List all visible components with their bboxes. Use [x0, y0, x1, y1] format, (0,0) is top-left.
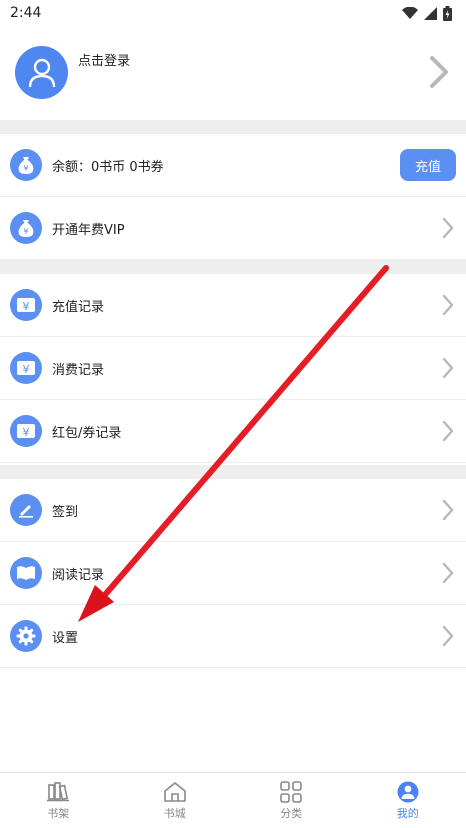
red-packet-records-row[interactable]: ¥ 红包/券记录 [0, 400, 466, 463]
tab-label: 书城 [163, 806, 186, 820]
chevron-right-icon[interactable] [428, 54, 450, 90]
settings-label: 设置 [52, 631, 79, 646]
red-packet-records-label: 红包/券记录 [52, 426, 122, 441]
svg-text:¥: ¥ [23, 426, 30, 439]
category-icon [280, 780, 303, 803]
yuan-envelope-icon: ¥ [10, 352, 42, 384]
vip-row[interactable]: ¥ 开通年费VIP [0, 197, 466, 260]
tab-label: 分类 [280, 806, 303, 820]
yuan-envelope-icon: ¥ [10, 289, 42, 321]
signal-icon [424, 6, 437, 20]
tab-label: 书架 [47, 806, 70, 820]
status-bar: 2:44 [0, 0, 466, 26]
wifi-icon [402, 7, 418, 19]
section-divider [0, 260, 466, 274]
money-bag-icon: ¥ [10, 212, 42, 244]
user-icon [28, 58, 55, 87]
battery-icon [443, 5, 452, 21]
tab-mine[interactable]: 我的 [350, 773, 466, 828]
money-bag-icon: ¥ [10, 149, 42, 181]
svg-text:¥: ¥ [23, 164, 28, 173]
chevron-right-icon [442, 562, 454, 584]
yuan-envelope-icon: ¥ [10, 415, 42, 447]
tab-bookshelf[interactable]: 书架 [0, 773, 117, 828]
pen-icon [10, 494, 42, 526]
open-book-icon [10, 557, 42, 589]
avatar[interactable] [15, 46, 68, 99]
status-time: 2:44 [10, 5, 42, 21]
consumption-records-label: 消费记录 [52, 363, 105, 378]
profile-header[interactable]: 点击登录 [0, 26, 466, 120]
consumption-records-row[interactable]: ¥ 消费记录 [0, 337, 466, 400]
login-link[interactable]: 点击登录 [78, 50, 130, 69]
bottom-tab-bar: 书架 书城 分类 我的 [0, 772, 466, 828]
recharge-records-label: 充值记录 [52, 300, 105, 315]
chevron-right-icon [442, 499, 454, 521]
settings-row[interactable]: 设置 [0, 605, 466, 668]
chevron-right-icon [442, 294, 454, 316]
chevron-right-icon [442, 217, 454, 239]
chevron-right-icon [442, 357, 454, 379]
svg-text:¥: ¥ [23, 363, 30, 376]
section-divider [0, 120, 466, 134]
balance-label: 余额：0书币 0书券 [52, 160, 164, 175]
tab-category[interactable]: 分类 [233, 773, 350, 828]
vip-label: 开通年费VIP [52, 223, 125, 238]
gear-icon [10, 620, 42, 652]
section-divider [0, 465, 466, 479]
sign-in-row[interactable]: 签到 [0, 479, 466, 542]
reading-records-row[interactable]: 阅读记录 [0, 542, 466, 605]
tab-label: 我的 [396, 806, 419, 820]
home-icon [163, 781, 186, 802]
profile-icon [397, 781, 419, 802]
recharge-button[interactable]: 充值 [400, 149, 456, 181]
svg-text:¥: ¥ [23, 227, 28, 236]
svg-text:¥: ¥ [23, 300, 30, 313]
chevron-right-icon [442, 625, 454, 647]
bookshelf-icon [47, 781, 70, 801]
recharge-records-row[interactable]: ¥ 充值记录 [0, 274, 466, 337]
reading-records-label: 阅读记录 [52, 568, 105, 583]
status-icons [402, 5, 452, 21]
balance-row: ¥ 余额：0书币 0书券 充值 [0, 134, 466, 197]
sign-in-label: 签到 [52, 505, 79, 520]
tab-bookstore[interactable]: 书城 [117, 773, 234, 828]
chevron-right-icon [442, 420, 454, 442]
